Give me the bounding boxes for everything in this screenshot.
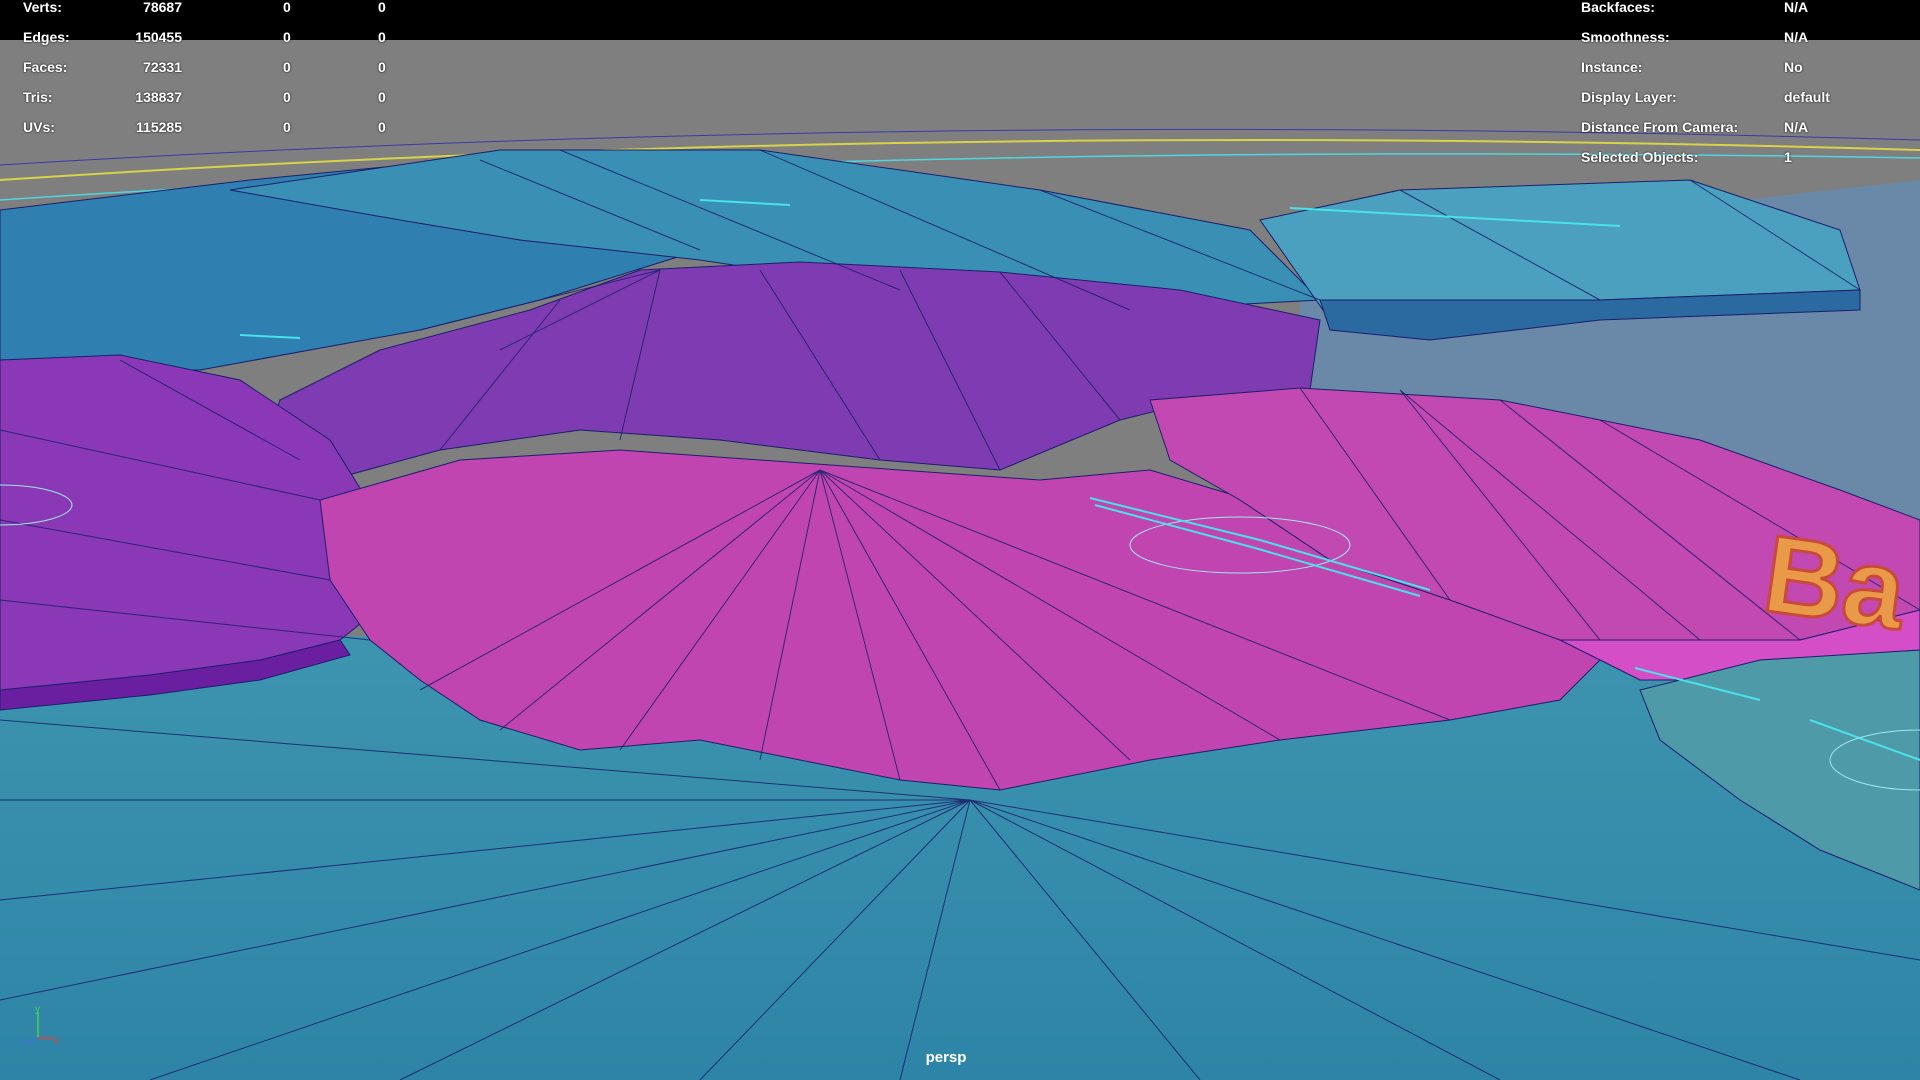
camera-name-label: persp <box>925 1049 967 1066</box>
hud-value-smoothness: N/A <box>1784 29 1809 45</box>
hud-value-verts: 78687 <box>143 0 182 15</box>
scene-large-label: Ba <box>1757 512 1914 653</box>
hud-selected-verts: 0 <box>283 0 291 15</box>
hud-value-instance: No <box>1784 59 1803 75</box>
hud-label-instance: Instance: <box>1581 59 1643 75</box>
hud-selected-uvs: 0 <box>283 119 291 135</box>
hud-selected-edges: 0 <box>283 29 291 45</box>
axis-label-y: y <box>35 1004 40 1015</box>
hud-value-selected-objects: 1 <box>1784 149 1792 165</box>
hud-selected-faces: 0 <box>283 59 291 75</box>
hud-uv-verts: 0 <box>378 0 386 15</box>
axis-indicator: y z x <box>18 1004 59 1047</box>
hud-uv-edges: 0 <box>378 29 386 45</box>
hud-value-distance: N/A <box>1784 119 1809 135</box>
hud-value-backfaces: N/A <box>1784 0 1809 15</box>
hud-label-edges: Edges: <box>23 29 70 45</box>
hud-label-smoothness: Smoothness: <box>1581 29 1670 45</box>
axis-label-z: z <box>18 1036 23 1047</box>
hud-value-edges: 150455 <box>135 29 182 45</box>
hud-label-uvs: UVs: <box>23 119 55 135</box>
hud-uv-tris: 0 <box>378 89 386 105</box>
hud-label-display-layer: Display Layer: <box>1581 89 1677 105</box>
hud-label-backfaces: Backfaces: <box>1581 0 1655 15</box>
hud-label-faces: Faces: <box>23 59 68 75</box>
hud-value-uvs: 115285 <box>136 119 182 135</box>
hud-label-selected-objects: Selected Objects: <box>1581 149 1699 165</box>
hud-label-distance: Distance From Camera: <box>1581 119 1739 135</box>
hud-value-display-layer: default <box>1784 89 1830 105</box>
hud-label-tris: Tris: <box>23 89 53 105</box>
hud-value-tris: 138837 <box>135 89 182 105</box>
axis-label-x: x <box>54 1036 59 1047</box>
hud-value-faces: 72331 <box>143 59 182 75</box>
hud-uv-faces: 0 <box>378 59 386 75</box>
hud-uv-uvs: 0 <box>378 119 386 135</box>
hud-label-verts: Verts: <box>23 0 62 15</box>
hud-selected-tris: 0 <box>283 89 291 105</box>
